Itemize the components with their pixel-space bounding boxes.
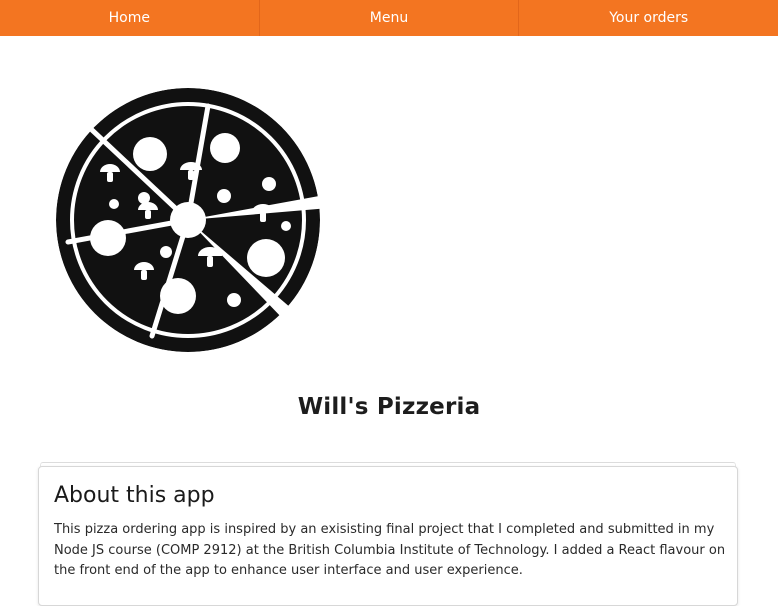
nav-home[interactable]: Home	[0, 0, 259, 36]
about-card: About this app This pizza ordering app i…	[38, 466, 738, 606]
nav-menu[interactable]: Menu	[258, 0, 519, 36]
nav-menu-label: Menu	[369, 10, 409, 26]
top-navbar: Home Menu Your orders	[0, 0, 778, 36]
about-text: This pizza ordering app is inspired by a…	[54, 522, 726, 578]
site-title: Will's Pizzeria	[297, 394, 481, 420]
pizza-icon	[48, 86, 330, 354]
about-title: About this app	[54, 483, 215, 508]
nav-home-label: Home	[108, 10, 150, 26]
nav-your-orders-label: Your orders	[609, 10, 689, 26]
nav-your-orders[interactable]: Your orders	[518, 0, 778, 36]
